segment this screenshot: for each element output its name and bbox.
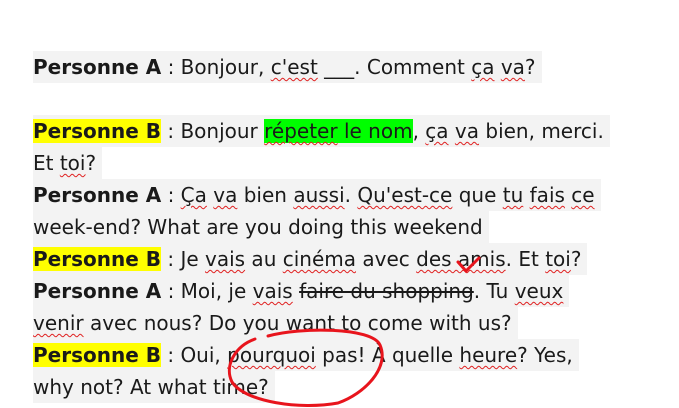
spellcheck-word: aussi [293, 183, 345, 207]
text: avec [356, 247, 417, 271]
text: bien, merci. [479, 119, 604, 143]
document-page: Personne A : Bonjour, c'est ___. Comment… [0, 0, 679, 408]
spellcheck-word: tu [502, 183, 524, 207]
spellcheck-word: toi [545, 247, 571, 271]
text: , [412, 119, 426, 143]
separator: : [160, 247, 181, 271]
spellcheck-word: ça [471, 55, 495, 79]
text: que [452, 183, 503, 207]
speaker-label: Personne A [33, 279, 162, 303]
spellcheck-word: venir [33, 311, 84, 335]
text: Moi, je [180, 279, 253, 303]
text: ___. Comment [317, 55, 472, 79]
text: le nom [337, 119, 413, 143]
dialogue-line-b1-cont: Et toi? [33, 147, 103, 179]
text: Bonjour [180, 119, 265, 143]
speaker-label: Personne A [33, 55, 162, 79]
dialogue-line-b1: Personne B : Bonjour répeter le nom, ça … [33, 115, 610, 147]
text: Bonjour, [180, 55, 271, 79]
spellcheck-word: veux [514, 279, 564, 303]
speaker-label: Personne B [33, 343, 161, 367]
spellcheck-word: vais [252, 279, 293, 303]
text: Oui, [180, 343, 228, 367]
spellcheck-word: cinéma [282, 247, 357, 271]
spellcheck-word: Ça [180, 183, 207, 207]
spellcheck-word: ce [571, 183, 595, 207]
name-placeholder-highlight: répeter le nom [264, 119, 413, 143]
text: . Tu [473, 279, 515, 303]
separator: : [161, 55, 181, 79]
text: . [344, 183, 358, 207]
spellcheck-word: pourquoi [227, 343, 316, 367]
spellcheck-word: heure [459, 343, 518, 367]
text: why not? At what time? [33, 375, 269, 399]
dialogue-line-b3-cont: why not? At what time? [33, 371, 275, 403]
text: avec nous? Do you want to come with us? [83, 311, 512, 335]
text: ? [524, 55, 536, 79]
separator: : [161, 279, 181, 303]
text: Et [33, 151, 60, 175]
spellcheck-word: vais [205, 247, 246, 271]
text: ? [570, 247, 582, 271]
dialogue-line-b3: Personne B : Oui, pourquoi pas! À quelle… [33, 339, 579, 371]
dialogue-line-b2: Personne B : Je vais au cinéma avec des … [33, 243, 588, 275]
separator: : [160, 343, 181, 367]
spellcheck-word: fais [529, 183, 565, 207]
text: . Et [505, 247, 546, 271]
spellcheck-word: des amis [416, 247, 506, 271]
dialogue-line-a3: Personne A : Moi, je vais faire du shopp… [33, 275, 570, 307]
spellcheck-word: Qu'est-ce [357, 183, 453, 207]
text: au [245, 247, 283, 271]
dialogue-line-a2-cont: week-end? What are you doing this weeken… [33, 211, 489, 243]
spellcheck-word: va [213, 183, 238, 207]
text: bien [237, 183, 294, 207]
spellcheck-word: toi [59, 151, 86, 175]
dialogue-line-a1: Personne A : Bonjour, c'est ___. Comment… [33, 51, 542, 83]
struck-text: faire du shopping [299, 279, 474, 303]
spellcheck-word: c'est [270, 55, 318, 79]
separator: : [160, 119, 181, 143]
text: pas! À quelle [315, 343, 460, 367]
text: week-end? What are you doing this weeken… [33, 215, 483, 239]
text: ? Yes, [517, 343, 573, 367]
text: ? [85, 151, 97, 175]
dialogue-line-a2: Personne A : Ça va bien aussi. Qu'est-ce… [33, 179, 601, 211]
dialogue-line-a3-cont: venir avec nous? Do you want to come wit… [33, 307, 518, 339]
speaker-label: Personne A [33, 183, 162, 207]
spellcheck-word: répeter [264, 119, 338, 143]
speaker-label: Personne B [33, 119, 161, 143]
spellcheck-word: va [500, 55, 525, 79]
text: Je [180, 247, 205, 271]
spellcheck-word: ça [425, 119, 449, 143]
speaker-label: Personne B [33, 247, 161, 271]
spellcheck-word: va [454, 119, 480, 143]
separator: : [161, 183, 181, 207]
